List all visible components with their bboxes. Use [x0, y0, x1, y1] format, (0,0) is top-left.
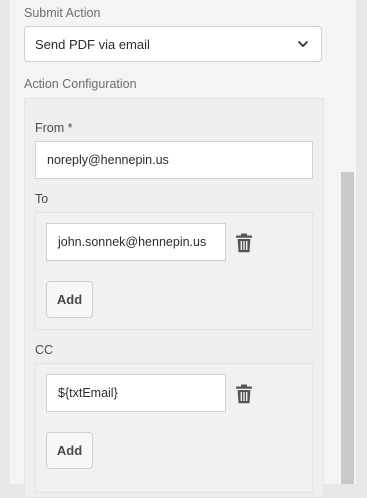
trash-icon[interactable]: [235, 384, 253, 404]
to-value: john.sonnek@hennepin.us: [58, 235, 207, 249]
to-label: To: [35, 192, 49, 206]
submit-action-label: Submit Action: [24, 6, 101, 20]
from-label: From *: [35, 121, 73, 135]
cc-label: CC: [35, 343, 54, 357]
from-input[interactable]: noreply@hennepin.us: [35, 141, 313, 179]
from-value: noreply@hennepin.us: [47, 153, 169, 167]
action-configuration-label: Action Configuration: [24, 77, 137, 91]
trash-icon[interactable]: [235, 233, 253, 253]
cc-value: ${txtEmail}: [58, 386, 118, 400]
cc-input[interactable]: ${txtEmail}: [46, 374, 226, 412]
to-input[interactable]: john.sonnek@hennepin.us: [46, 223, 226, 261]
submit-action-value: Send PDF via email: [35, 36, 150, 52]
cc-add-button[interactable]: Add: [46, 432, 93, 469]
to-add-button[interactable]: Add: [46, 281, 93, 318]
scrollbar-thumb[interactable]: [341, 172, 354, 484]
chevron-down-icon: [298, 41, 308, 47]
submit-action-select[interactable]: Send PDF via email: [24, 26, 322, 62]
